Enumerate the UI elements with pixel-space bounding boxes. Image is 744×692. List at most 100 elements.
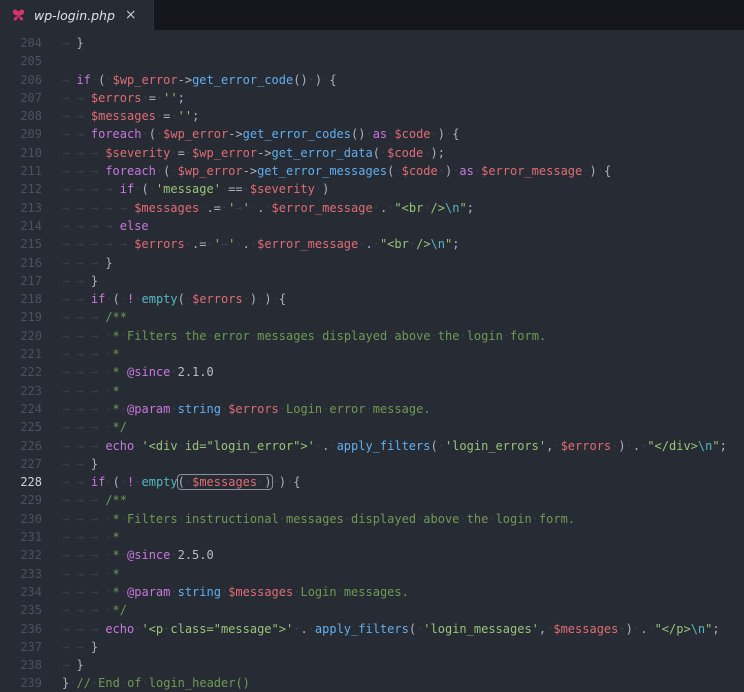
- line-number[interactable]: 207: [0, 89, 42, 107]
- code-line[interactable]: → → → ·*: [62, 528, 744, 546]
- code-line[interactable]: [62, 52, 744, 70]
- line-number[interactable]: 212: [0, 180, 42, 198]
- code-token: ·*·Filters·the·error·messages·displayed·…: [105, 328, 547, 343]
- line-number[interactable]: 217: [0, 272, 42, 290]
- code-token: $errors: [228, 401, 279, 416]
- line-number[interactable]: 233: [0, 565, 42, 583]
- code-line[interactable]: → → →}: [62, 254, 744, 272]
- code-line[interactable]: → → → foreach·(·$wp_error->get_error_messag…: [62, 162, 744, 180]
- line-number[interactable]: 210: [0, 144, 42, 162]
- line-number[interactable]: 229: [0, 491, 42, 509]
- line-number[interactable]: 239: [0, 674, 42, 692]
- line-number[interactable]: 230: [0, 510, 42, 528]
- code-line[interactable]: → →}: [62, 272, 744, 290]
- code-line[interactable]: → → → echo·'<div·id="login_error">'·.·apply…: [62, 437, 744, 455]
- code-line[interactable]: → → → ·*·Filters·instructional·messages·dis…: [62, 510, 744, 528]
- code-line[interactable]: → → → ·*·@since·2.5.0: [62, 546, 744, 564]
- line-number[interactable]: 222: [0, 363, 42, 381]
- code-line[interactable]: → → → ·*·@since·2.1.0: [62, 363, 744, 381]
- code-line[interactable]: → → → ·*·@param·string·$errors·Login·error·…: [62, 400, 744, 418]
- tab-wp-login[interactable]: wp-login.php ×: [0, 0, 154, 30]
- tab-whitespace-mark: →: [76, 200, 84, 215]
- tab-whitespace-mark: →: [76, 603, 84, 618]
- code-token: (·: [387, 164, 402, 179]
- code-line[interactable]: → → → $severity·=·$wp_error->get_error_data…: [62, 144, 744, 162]
- line-number[interactable]: 227: [0, 455, 42, 473]
- line-number[interactable]: 214: [0, 217, 42, 235]
- code-token: ·)·.·: [618, 621, 655, 636]
- tab-whitespace-mark: →: [76, 383, 84, 398]
- code-token: \n: [430, 237, 445, 252]
- code-line[interactable]: → → → echo·'<p·class="message">'·.·apply_fi…: [62, 620, 744, 638]
- code-line[interactable]: →}: [62, 656, 744, 674]
- code-line[interactable]: → → → ·*/: [62, 601, 744, 619]
- line-number[interactable]: 223: [0, 382, 42, 400]
- line-number[interactable]: 220: [0, 327, 42, 345]
- code-line[interactable]: → → → ·*: [62, 345, 744, 363]
- tab-bar: wp-login.php ×: [0, 0, 744, 30]
- code-line[interactable]: → → → → → $errors·.=·'→'·.·$error_message·.·"…: [62, 235, 744, 253]
- line-number[interactable]: 204: [0, 34, 42, 52]
- line-number[interactable]: 232: [0, 546, 42, 564]
- line-number[interactable]: 209: [0, 125, 42, 143]
- code-line[interactable]: → → $messages·=·'';: [62, 107, 744, 125]
- code-line[interactable]: → → → → → $messages·.=·'→'·.·$error_message·.…: [62, 199, 744, 217]
- code-editor[interactable]: 204 205 206 207 208 209 210 211 212 213 214 215 216 2…: [0, 30, 744, 692]
- code-line[interactable]: → → → /**: [62, 491, 744, 509]
- code-line[interactable]: → if·(·$wp_error->get_error_code()·)·{: [62, 71, 744, 89]
- code-token: ·.=·: [184, 237, 214, 252]
- code-token: 'login_messages': [423, 621, 539, 636]
- code-line[interactable]: → → → ·*: [62, 382, 744, 400]
- code-line[interactable]: → → → → if·(·'message'·==·$severity·): [62, 180, 744, 198]
- code-token: else: [119, 218, 149, 233]
- line-number[interactable]: 208: [0, 107, 42, 125]
- tab-whitespace-mark: →: [76, 401, 84, 416]
- code-line[interactable]: → → → ·*: [62, 565, 744, 583]
- line-number[interactable]: 236: [0, 620, 42, 638]
- line-number[interactable]: 224: [0, 400, 42, 418]
- line-number[interactable]: 225: [0, 418, 42, 436]
- code-line[interactable]: →}: [62, 34, 744, 52]
- line-number[interactable]: 237: [0, 638, 42, 656]
- code-line[interactable]: → → $errors·=·'';: [62, 89, 744, 107]
- code-line[interactable]: → → if·(·!·empty(·$messages·)·)·{: [62, 473, 744, 491]
- line-number[interactable]: 226: [0, 437, 42, 455]
- code-line[interactable]: → → if·(·!·empty(·$errors·)·)·{: [62, 290, 744, 308]
- line-number[interactable]: 218: [0, 290, 42, 308]
- code-line[interactable]: }·//·End·of·login_header(): [62, 674, 744, 692]
- code-token: }: [76, 36, 84, 50]
- line-number[interactable]: 231: [0, 528, 42, 546]
- line-number[interactable]: 211: [0, 162, 42, 180]
- code-token: $code: [387, 145, 424, 160]
- code-line[interactable]: → → → → else: [62, 217, 744, 235]
- code-line[interactable]: → →}: [62, 638, 744, 656]
- code-line[interactable]: → →}: [62, 455, 744, 473]
- line-number[interactable]: 235: [0, 601, 42, 619]
- line-number[interactable]: 219: [0, 308, 42, 326]
- code-token: apply_filters: [314, 621, 409, 636]
- tab-whitespace-mark: →: [62, 347, 70, 362]
- code-line[interactable]: → → → ·*·@param·string·$messages·Login·mess…: [62, 583, 744, 601]
- code-token: ·(·: [141, 127, 164, 142]
- line-number[interactable]: 221: [0, 345, 42, 363]
- line-number[interactable]: 213: [0, 199, 42, 217]
- tab-whitespace-mark: →: [76, 90, 84, 105]
- tab-close-icon[interactable]: ×: [125, 8, 137, 22]
- code-line[interactable]: → → foreach·(·$wp_error->get_error_codes()…: [62, 125, 744, 143]
- code-line[interactable]: → → → /**: [62, 308, 744, 326]
- line-number[interactable]: 216: [0, 254, 42, 272]
- tab-whitespace-mark: →: [62, 584, 70, 599]
- line-number[interactable]: 238: [0, 656, 42, 674]
- line-number[interactable]: 205: [0, 52, 42, 70]
- line-number[interactable]: 215: [0, 235, 42, 253]
- code-line[interactable]: → → → ·*·Filters·the·error·messages·display…: [62, 327, 744, 345]
- tab-whitespace-mark: →: [62, 72, 70, 87]
- code-token: ·*·: [105, 548, 128, 563]
- code-token: $messages: [553, 621, 619, 636]
- line-number[interactable]: 206: [0, 71, 42, 89]
- line-number[interactable]: 228: [0, 473, 42, 491]
- code-token: if: [90, 475, 106, 490]
- code-line[interactable]: → → → ·*/: [62, 418, 744, 436]
- code-token: empty: [141, 475, 178, 490]
- line-number[interactable]: 234: [0, 583, 42, 601]
